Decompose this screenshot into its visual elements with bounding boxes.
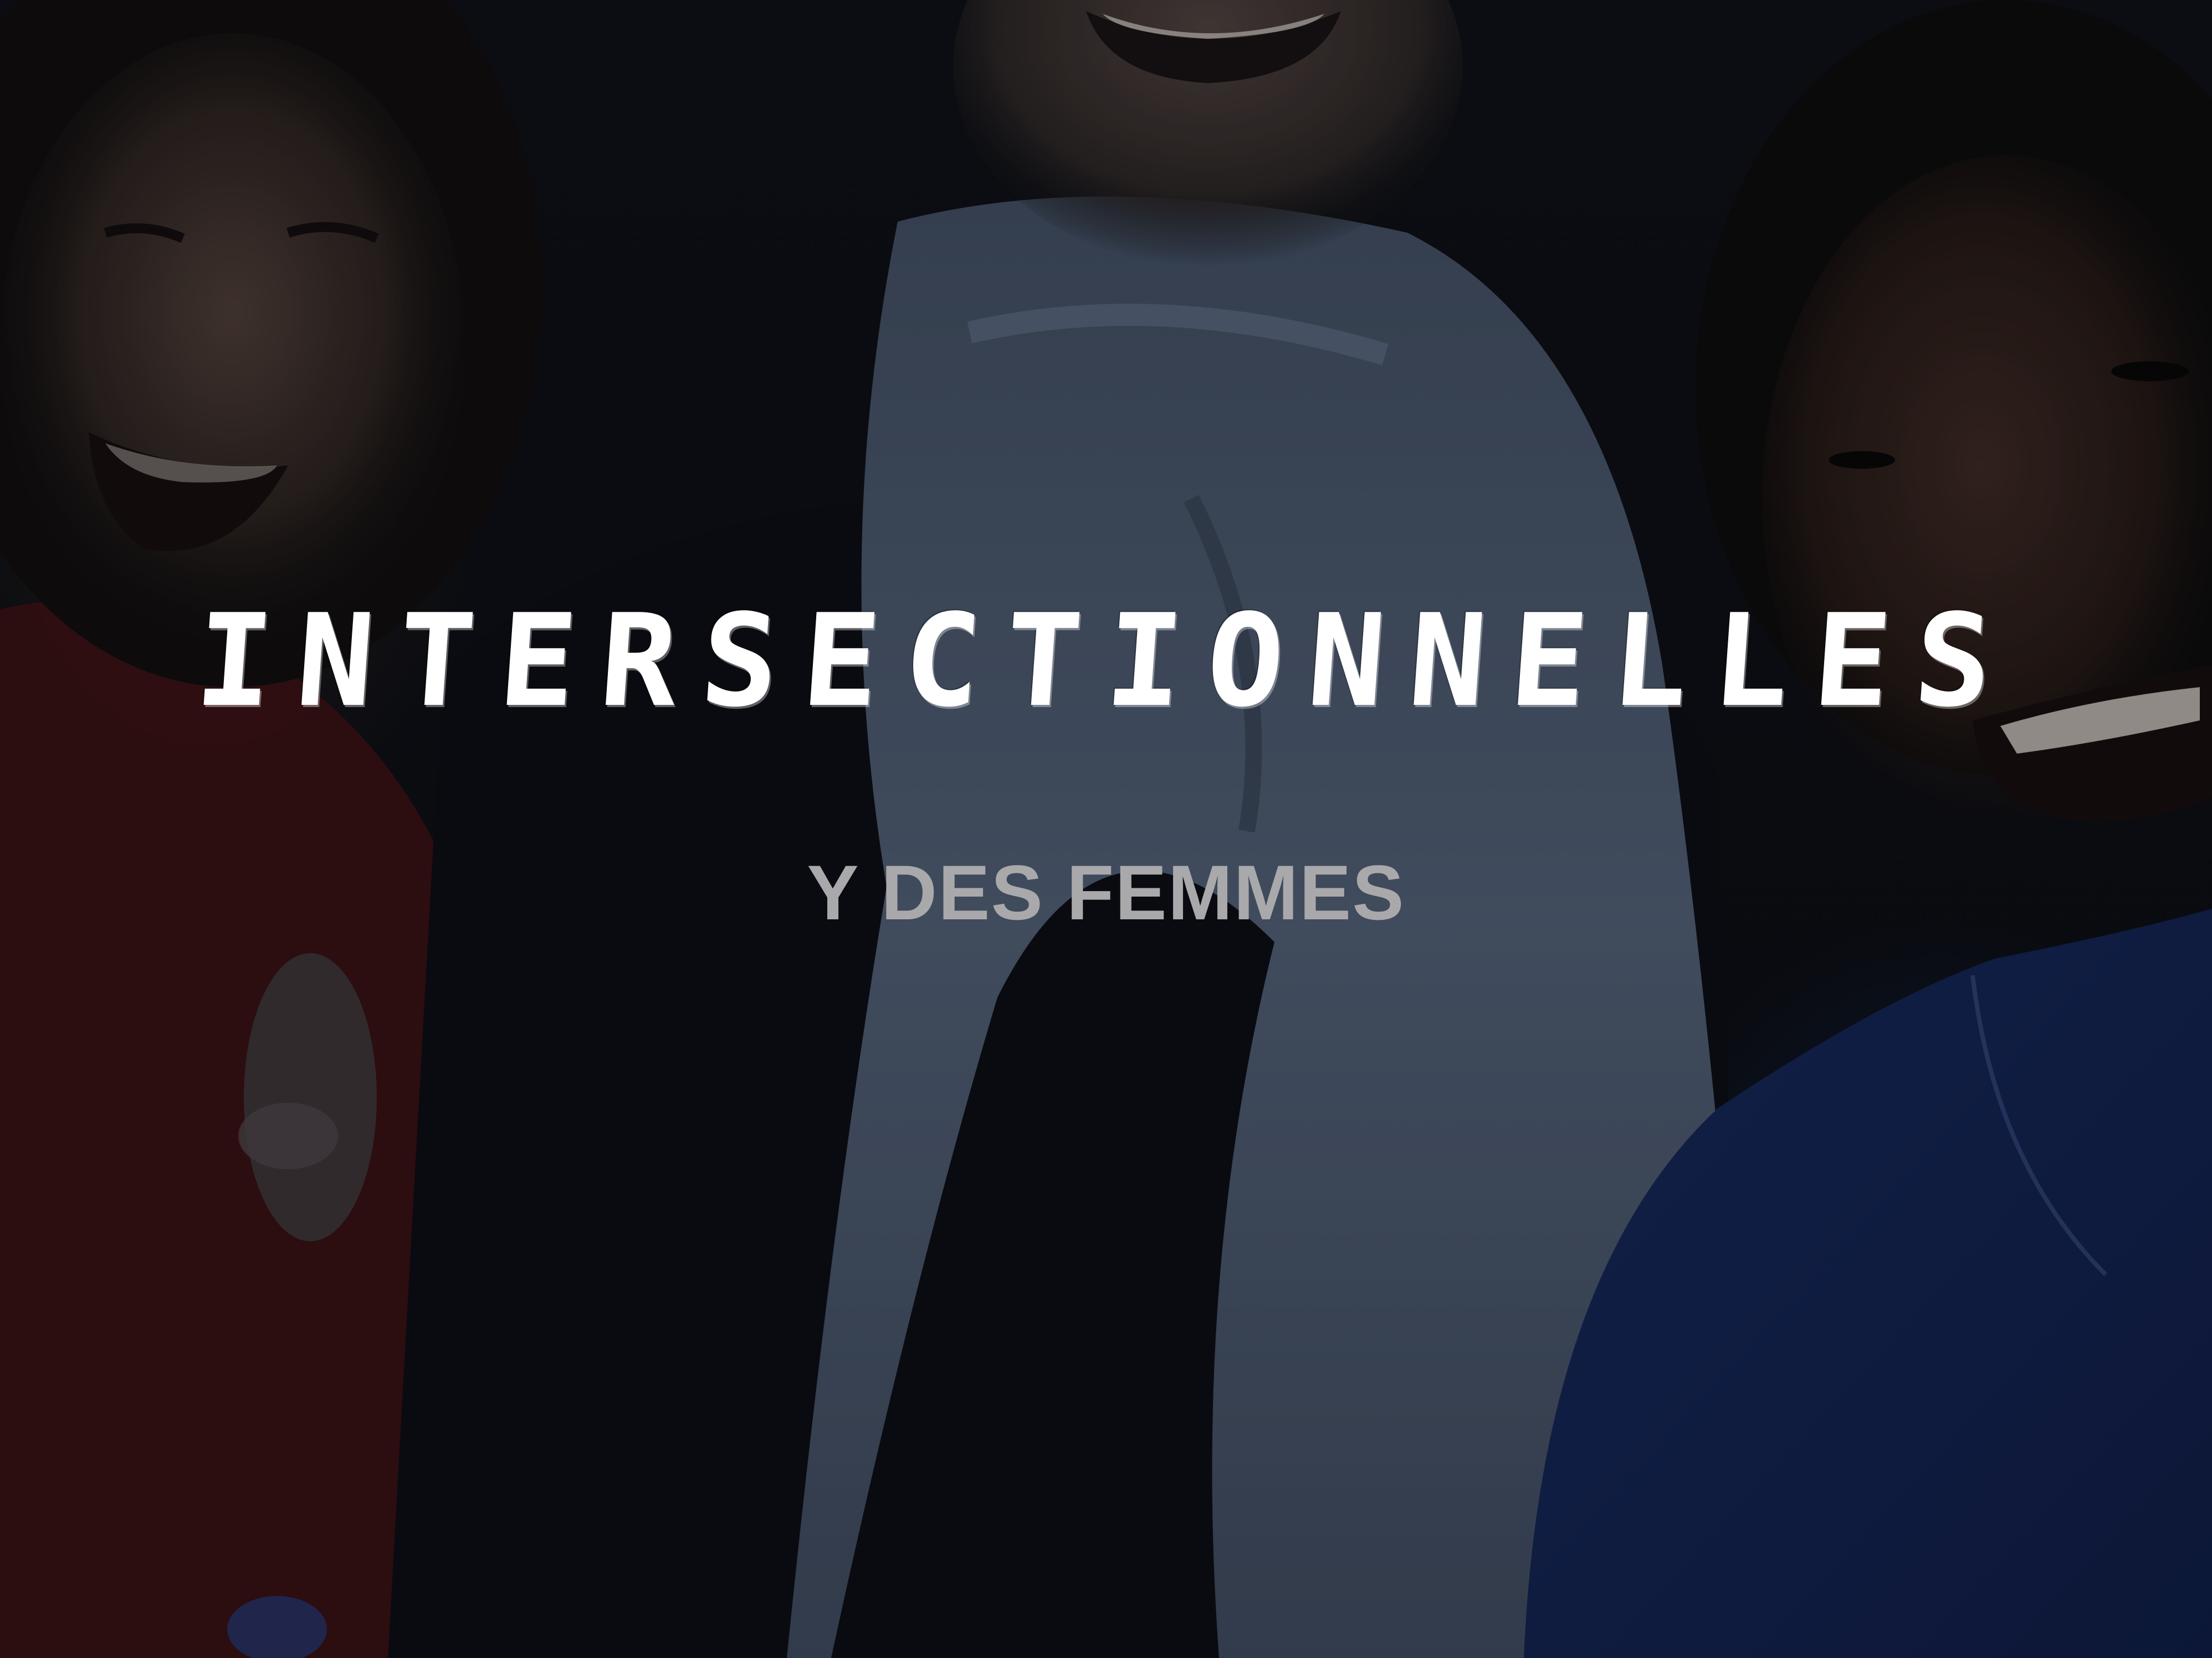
dark-overlay [0,0,2212,1658]
photo-stage: INTERSECTIONNELLES Y DES FEMMES [0,0,2212,1658]
headline-subtitle: Y DES FEMMES [807,849,1405,936]
headline-title: INTERSECTIONNELLES [191,587,2021,735]
